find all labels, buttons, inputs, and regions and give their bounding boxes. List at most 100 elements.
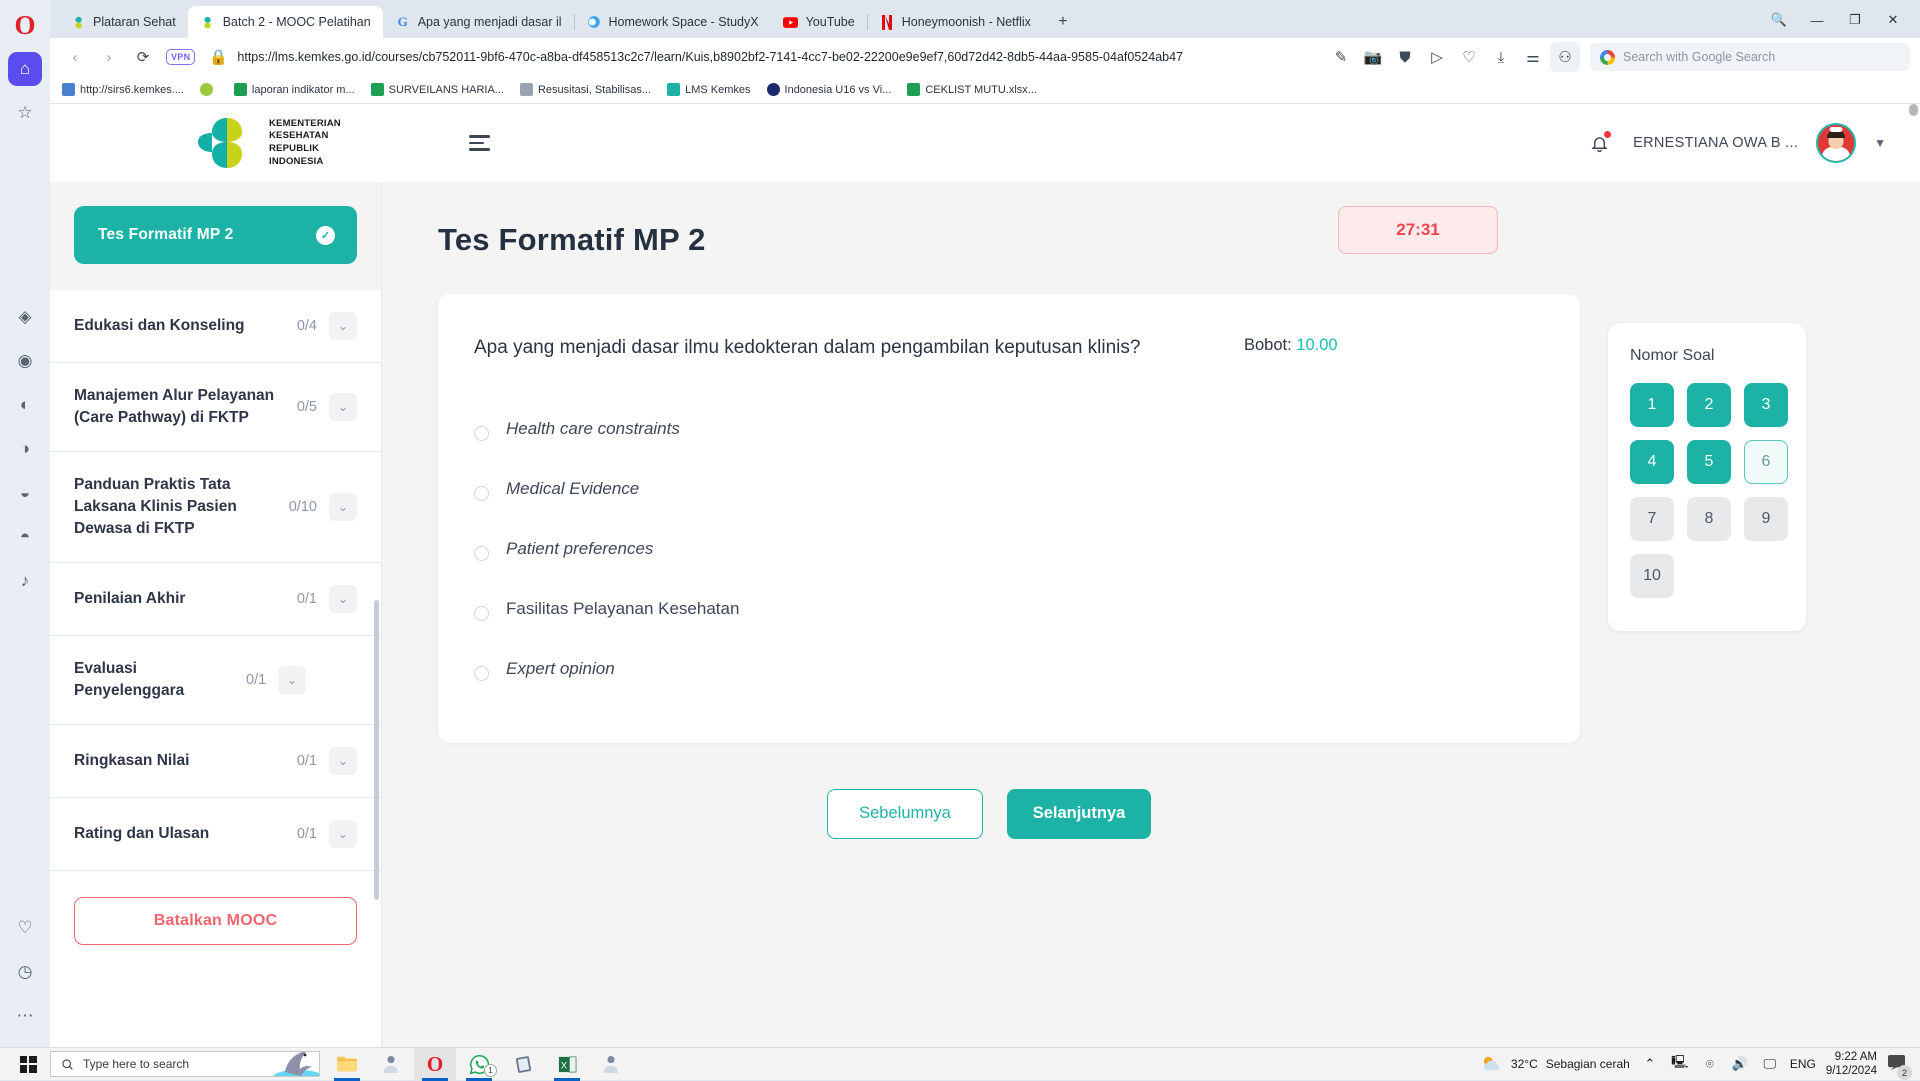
sidebar-section-panduan-praktis-tata-laksana[interactable]: Panduan Praktis Tata Laksana Klinis Pasi…: [50, 452, 381, 563]
bookmark-item[interactable]: Resusitasi, Stabilisas...: [520, 83, 651, 96]
sidebar-instagram-icon[interactable]: ◓: [8, 520, 42, 554]
language-indicator[interactable]: ENG: [1790, 1057, 1816, 1071]
edit-icon[interactable]: ✎: [1326, 42, 1356, 72]
kemkes-logo[interactable]: KEMENTERIAN KESEHATAN REPUBLIK INDONESIA: [196, 114, 341, 172]
search-input[interactable]: Search with Google Search: [1590, 43, 1910, 71]
chevron-down-icon[interactable]: ▼: [1874, 136, 1886, 150]
shield-icon[interactable]: ⛊: [1390, 42, 1420, 72]
sidebar-item-tes-formatif-mp2[interactable]: Tes Formatif MP 2 ✓: [74, 206, 357, 264]
sidebar-favorites-icon[interactable]: ♡: [8, 911, 42, 945]
answer-option-3[interactable]: Patient preferences: [474, 519, 1536, 579]
bookmark-item[interactable]: Indonesia U16 vs Vi...: [767, 83, 892, 96]
whatsapp-icon[interactable]: 1: [458, 1048, 500, 1081]
opera-logo-icon[interactable]: O: [8, 8, 42, 42]
profile-icon[interactable]: ⚇: [1550, 42, 1580, 72]
bookmark-item[interactable]: SURVEILANS HARIA...: [371, 83, 504, 96]
sidebar-whatsapp-web-icon[interactable]: ◉: [8, 344, 42, 378]
browser-tab-youtube[interactable]: YouTube: [771, 6, 867, 38]
reload-icon[interactable]: ⟳: [128, 42, 158, 72]
start-button[interactable]: [6, 1048, 50, 1081]
camera-privacy-icon[interactable]: ⌾: [1700, 1054, 1720, 1074]
notebook-icon[interactable]: [502, 1048, 544, 1081]
sidebar-more-icon[interactable]: ⋯: [8, 999, 42, 1033]
sidebar-section-ringkasan-nilai[interactable]: Ringkasan Nilai 0/1 ⌄: [50, 725, 381, 798]
chevron-down-icon[interactable]: ⌄: [329, 820, 357, 848]
maximize-button[interactable]: ❐: [1838, 6, 1872, 34]
question-number-2[interactable]: 2: [1687, 383, 1731, 427]
taskbar-search-input[interactable]: Type here to search: [50, 1051, 320, 1077]
address-bar[interactable]: https://lms.kemkes.go.id/courses/cb75201…: [237, 50, 1322, 64]
sidebar-section-edukasi-dan-konseling[interactable]: Edukasi dan Konseling 0/4 ⌄: [50, 290, 381, 363]
answer-option-2[interactable]: Medical Evidence: [474, 459, 1536, 519]
bookmark-item[interactable]: LMS Kemkes: [667, 83, 750, 96]
new-tab-button[interactable]: +: [1049, 8, 1077, 36]
download-icon[interactable]: ⤓: [1486, 42, 1516, 72]
sidebar-section-manajemen-alur-pelayanan[interactable]: Manajemen Alur Pelayanan (Care Pathway) …: [50, 363, 381, 452]
sidebar-telegram-icon[interactable]: ◒: [8, 476, 42, 510]
chevron-down-icon[interactable]: ⌄: [329, 312, 357, 340]
show-hidden-icons-chevron-icon[interactable]: ⌃: [1640, 1054, 1660, 1074]
bookmark-item[interactable]: http://sirs6.kemkes....: [62, 83, 184, 96]
bookmark-item[interactable]: CEKLIST MUTU.xlsx...: [907, 83, 1037, 96]
weather-widget[interactable]: 32°C Sebagian cerah: [1481, 1055, 1630, 1073]
sidebar-aria-icon[interactable]: ◈: [8, 300, 42, 334]
sidebar-scrollbar[interactable]: [374, 600, 379, 900]
sidebar-music-icon[interactable]: ♪: [8, 564, 42, 598]
back-icon[interactable]: ‹: [60, 42, 90, 72]
page-scrollbar[interactable]: [1909, 104, 1918, 116]
notification-center-icon[interactable]: 2: [1887, 1054, 1906, 1074]
send-icon[interactable]: ▷: [1422, 42, 1452, 72]
browser-tab-batch2-mooc[interactable]: Batch 2 - MOOC Pelatihan: [188, 6, 383, 38]
chevron-down-icon[interactable]: ⌄: [329, 747, 357, 775]
browser-tab-netflix[interactable]: Honeymoonish - Netflix: [867, 6, 1043, 38]
radio-button-icon[interactable]: [474, 666, 489, 681]
tab-search-icon[interactable]: 🔍: [1762, 6, 1796, 34]
person-icon[interactable]: [370, 1048, 412, 1081]
previous-button[interactable]: Sebelumnya: [827, 789, 983, 839]
forward-icon[interactable]: ›: [94, 42, 124, 72]
opera-icon[interactable]: O: [414, 1048, 456, 1081]
notification-bell-icon[interactable]: [1583, 127, 1615, 159]
cancel-mooc-button[interactable]: Batalkan MOOC: [74, 897, 357, 945]
close-button[interactable]: ✕: [1876, 6, 1910, 34]
chevron-down-icon[interactable]: ⌄: [278, 666, 306, 694]
bookmark-item[interactable]: laporan indikator m...: [234, 83, 355, 96]
display-settings-icon[interactable]: 🖵: [1760, 1054, 1780, 1074]
answer-option-5[interactable]: Expert opinion: [474, 639, 1536, 699]
clock[interactable]: 9:22 AM 9/12/2024: [1826, 1050, 1877, 1079]
question-number-8[interactable]: 8: [1687, 497, 1731, 541]
question-number-3[interactable]: 3: [1744, 383, 1788, 427]
question-number-7[interactable]: 7: [1630, 497, 1674, 541]
bookmark-item[interactable]: [200, 83, 218, 96]
question-number-1[interactable]: 1: [1630, 383, 1674, 427]
sidebar-section-penilaian-akhir[interactable]: Penilaian Akhir 0/1 ⌄: [50, 563, 381, 636]
person2-icon[interactable]: [590, 1048, 632, 1081]
sidebar-messenger-icon[interactable]: ◐: [8, 388, 42, 422]
sidebar-whatsapp-icon[interactable]: ◑: [8, 432, 42, 466]
next-button[interactable]: Selanjutnya: [1007, 789, 1151, 839]
browser-tab-studyx[interactable]: Homework Space - StudyX: [574, 6, 771, 38]
sidebar-history-icon[interactable]: ◷: [8, 955, 42, 989]
chevron-down-icon[interactable]: ⌄: [329, 493, 357, 521]
question-number-5[interactable]: 5: [1687, 440, 1731, 484]
question-number-9[interactable]: 9: [1744, 497, 1788, 541]
minimize-button[interactable]: —: [1800, 6, 1834, 34]
heart-icon[interactable]: ♡: [1454, 42, 1484, 72]
hamburger-menu-icon[interactable]: [469, 135, 490, 151]
lock-icon[interactable]: 🔒: [203, 42, 233, 72]
radio-button-icon[interactable]: [474, 486, 489, 501]
sidebar-home-icon[interactable]: ⌂: [8, 52, 42, 86]
avatar[interactable]: [1816, 123, 1856, 163]
excel-icon[interactable]: X: [546, 1048, 588, 1081]
sidebar-section-evaluasi-penyelenggara[interactable]: Evaluasi Penyelenggara 0/1 ⌄: [50, 636, 381, 725]
sidebar-section-rating-dan-ulasan[interactable]: Rating dan Ulasan 0/1 ⌄: [50, 798, 381, 871]
question-number-4[interactable]: 4: [1630, 440, 1674, 484]
browser-tab-plataran-sehat[interactable]: Plataran Sehat: [58, 6, 188, 38]
radio-button-icon[interactable]: [474, 546, 489, 561]
sidebar-bookmarks-icon[interactable]: ☆: [8, 96, 42, 130]
volume-icon[interactable]: 🔊: [1730, 1054, 1750, 1074]
question-number-6[interactable]: 6: [1744, 440, 1788, 484]
camera-icon[interactable]: 📷: [1358, 42, 1388, 72]
answer-option-4[interactable]: Fasilitas Pelayanan Kesehatan: [474, 579, 1536, 639]
radio-button-icon[interactable]: [474, 426, 489, 441]
